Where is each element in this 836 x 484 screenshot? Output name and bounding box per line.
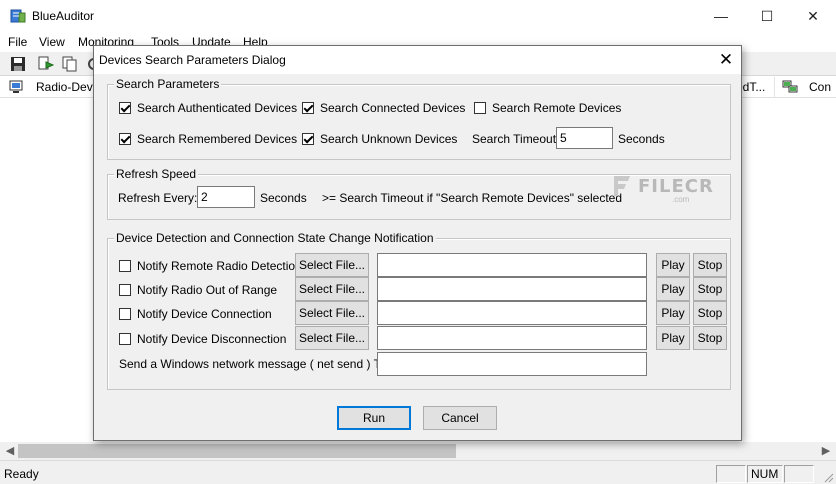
checkbox-label: Search Authenticated Devices <box>137 101 298 115</box>
sound-file-input[interactable] <box>377 253 647 277</box>
checkbox-label: Notify Remote Radio Detection <box>137 259 302 273</box>
close-icon: ✕ <box>718 50 734 69</box>
close-button[interactable]: ✕ <box>790 0 836 32</box>
watermark-sub: .com <box>672 195 690 204</box>
scan-icon[interactable] <box>37 55 55 73</box>
dialog-title-bar: Devices Search Parameters Dialog ✕ <box>94 46 741 74</box>
status-text: Ready <box>4 467 39 481</box>
notification-group: Device Detection and Connection State Ch… <box>107 231 731 390</box>
scroll-left-icon[interactable]: ◀ <box>2 443 18 459</box>
horizontal-scrollbar[interactable]: ◀ ▶ <box>0 442 836 460</box>
search-timeout-label: Search Timeout: <box>472 132 560 146</box>
save-icon[interactable] <box>9 55 27 73</box>
search-authenticated-checkbox[interactable]: Search Authenticated Devices <box>119 101 297 115</box>
stop-button[interactable]: Stop <box>693 326 727 350</box>
select-file-button[interactable]: Select File... <box>295 277 369 301</box>
play-button[interactable]: Play <box>656 253 690 277</box>
copy-icon[interactable] <box>61 55 79 73</box>
checkbox-box <box>119 333 131 345</box>
group-label: Refresh Speed <box>114 167 199 181</box>
scrollbar-thumb[interactable] <box>18 444 456 458</box>
net-send-input[interactable] <box>377 352 647 376</box>
status-bar: Ready NUM <box>0 460 836 484</box>
sound-file-input[interactable] <box>377 326 647 350</box>
select-file-button[interactable]: Select File... <box>295 301 369 325</box>
scroll-right-icon[interactable]: ▶ <box>818 443 834 459</box>
stop-button[interactable]: Stop <box>693 277 727 301</box>
minimize-button[interactable]: — <box>698 0 744 32</box>
watermark-logo-icon <box>614 176 630 196</box>
run-button[interactable]: Run <box>337 406 411 430</box>
search-unknown-checkbox[interactable]: Search Unknown Devices <box>302 132 457 146</box>
search-timeout-unit: Seconds <box>618 132 665 146</box>
notify-device-connection-checkbox[interactable]: Notify Device Connection <box>119 307 272 321</box>
checkbox-label: Search Remote Devices <box>492 101 622 115</box>
network-icon <box>782 80 798 93</box>
column-label: Con <box>809 80 832 94</box>
num-indicator: NUM <box>751 467 779 481</box>
column-connected[interactable]: Con <box>776 77 836 98</box>
checkbox-box <box>302 102 314 114</box>
search-remembered-checkbox[interactable]: Search Remembered Devices <box>119 132 297 146</box>
column-label: Radio-Devi <box>36 80 94 94</box>
group-label: Device Detection and Connection State Ch… <box>114 231 436 245</box>
sound-file-input[interactable] <box>377 277 647 301</box>
select-file-button[interactable]: Select File... <box>295 253 369 277</box>
resize-grip-icon[interactable] <box>822 471 834 483</box>
cancel-button[interactable]: Cancel <box>423 406 497 430</box>
devices-search-parameters-dialog: Devices Search Parameters Dialog ✕ Searc… <box>93 45 742 441</box>
checkbox-label: Notify Device Connection <box>137 307 272 321</box>
menu-file[interactable]: File <box>8 35 27 49</box>
search-remote-checkbox[interactable]: Search Remote Devices <box>474 101 621 115</box>
status-panel-num: NUM <box>747 465 783 483</box>
filecr-watermark: FILECR .com <box>612 174 714 204</box>
notify-remote-radio-checkbox[interactable]: Notify Remote Radio Detection <box>119 259 302 273</box>
search-connected-checkbox[interactable]: Search Connected Devices <box>302 101 465 115</box>
checkbox-box <box>119 133 131 145</box>
checkbox-label: Search Connected Devices <box>320 101 466 115</box>
checkbox-box <box>119 260 131 272</box>
status-panel-caps <box>716 465 746 483</box>
watermark-text: FILECR <box>638 175 714 197</box>
refresh-every-input[interactable]: 2 <box>197 186 255 208</box>
checkbox-label: Notify Radio Out of Range <box>137 283 278 297</box>
sound-file-input[interactable] <box>377 301 647 325</box>
dialog-title: Devices Search Parameters Dialog <box>99 53 286 67</box>
notify-device-disconnection-checkbox[interactable]: Notify Device Disconnection <box>119 332 286 346</box>
minimize-icon: — <box>714 8 728 24</box>
group-label: Search Parameters <box>114 77 222 91</box>
menu-view[interactable]: View <box>39 35 65 49</box>
play-button[interactable]: Play <box>656 326 690 350</box>
status-panel-scroll <box>784 465 814 483</box>
close-icon: ✕ <box>807 7 819 24</box>
play-button[interactable]: Play <box>656 301 690 325</box>
app-icon <box>10 9 26 23</box>
notify-out-of-range-checkbox[interactable]: Notify Radio Out of Range <box>119 283 277 297</box>
title-bar: BlueAuditor — ☐ ✕ <box>0 0 836 32</box>
refresh-note: >= Search Timeout if "Search Remote Devi… <box>322 191 622 205</box>
net-send-label: Send a Windows network message ( net sen… <box>119 357 390 371</box>
monitor-icon <box>9 80 23 93</box>
checkbox-box <box>119 308 131 320</box>
search-timeout-input[interactable]: 5 <box>556 127 613 149</box>
stop-button[interactable]: Stop <box>693 253 727 277</box>
column-radio-devices[interactable]: Radio-Devi <box>0 77 94 98</box>
checkbox-box <box>119 284 131 296</box>
play-button[interactable]: Play <box>656 277 690 301</box>
dialog-close-button[interactable]: ✕ <box>711 46 741 74</box>
refresh-unit: Seconds <box>260 191 307 205</box>
checkbox-box <box>302 133 314 145</box>
checkbox-box <box>474 102 486 114</box>
refresh-every-label: Refresh Every: <box>118 191 198 205</box>
checkbox-label: Notify Device Disconnection <box>137 332 287 346</box>
maximize-button[interactable]: ☐ <box>744 0 790 32</box>
checkbox-box <box>119 102 131 114</box>
search-parameters-group: Search Parameters Search Authenticated D… <box>107 77 731 160</box>
window-title: BlueAuditor <box>32 9 95 23</box>
checkbox-label: Search Remembered Devices <box>137 132 298 146</box>
select-file-button[interactable]: Select File... <box>295 326 369 350</box>
checkbox-label: Search Unknown Devices <box>320 132 458 146</box>
stop-button[interactable]: Stop <box>693 301 727 325</box>
maximize-icon: ☐ <box>760 7 774 24</box>
